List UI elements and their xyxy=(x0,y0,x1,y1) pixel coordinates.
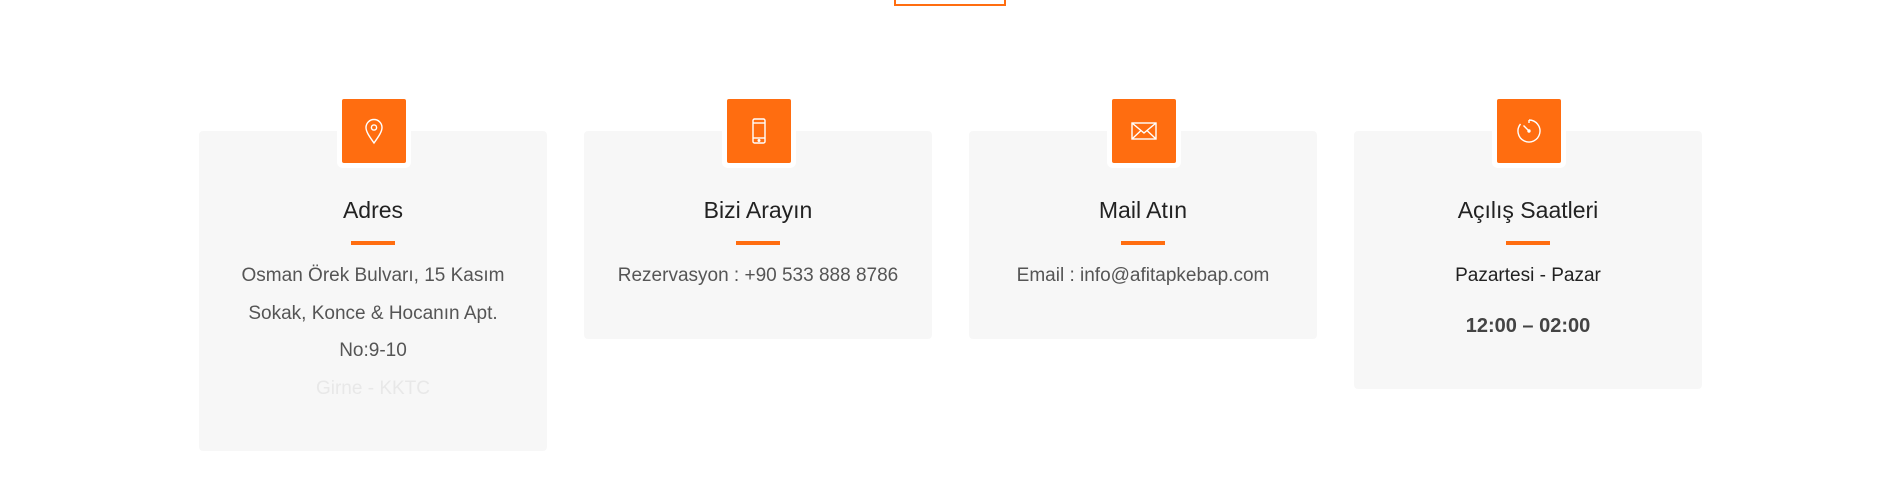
phone-text[interactable]: Rezervasyon : +90 533 888 8786 xyxy=(604,257,912,295)
location-pin-icon xyxy=(342,99,406,163)
opening-days: Pazartesi - Pazar xyxy=(1455,265,1601,286)
opening-hours: 12:00 – 02:00 xyxy=(1465,315,1591,337)
title-underline xyxy=(351,241,395,245)
top-outline-decoration xyxy=(894,0,1006,6)
title-underline xyxy=(736,241,780,245)
address-line: Girne - KKTC xyxy=(315,377,431,399)
address-line: Sokak, Konce & Hocanın Apt. xyxy=(248,302,498,324)
address-line: No:9-10 xyxy=(339,340,407,361)
timer-icon xyxy=(1497,99,1561,163)
title-underline xyxy=(1506,241,1550,245)
title-underline xyxy=(1121,241,1165,245)
envelope-icon xyxy=(1112,99,1176,163)
address-card: Adres Osman Örek Bulvarı, 15 Kasım Sokak… xyxy=(199,99,547,451)
email-text[interactable]: Email : info@afitapkebap.com xyxy=(989,257,1297,295)
phone-card: Bizi Arayın Rezervasyon : +90 533 888 87… xyxy=(584,99,932,339)
opening-hours-card: Açılış Saatleri Pazartesi - Pazar 12:00 … xyxy=(1354,99,1702,389)
address-line: Osman Örek Bulvarı, 15 Kasım xyxy=(241,265,505,286)
mobile-phone-icon xyxy=(727,99,791,163)
mail-card: Mail Atın Email : info@afitapkebap.com xyxy=(969,99,1317,339)
